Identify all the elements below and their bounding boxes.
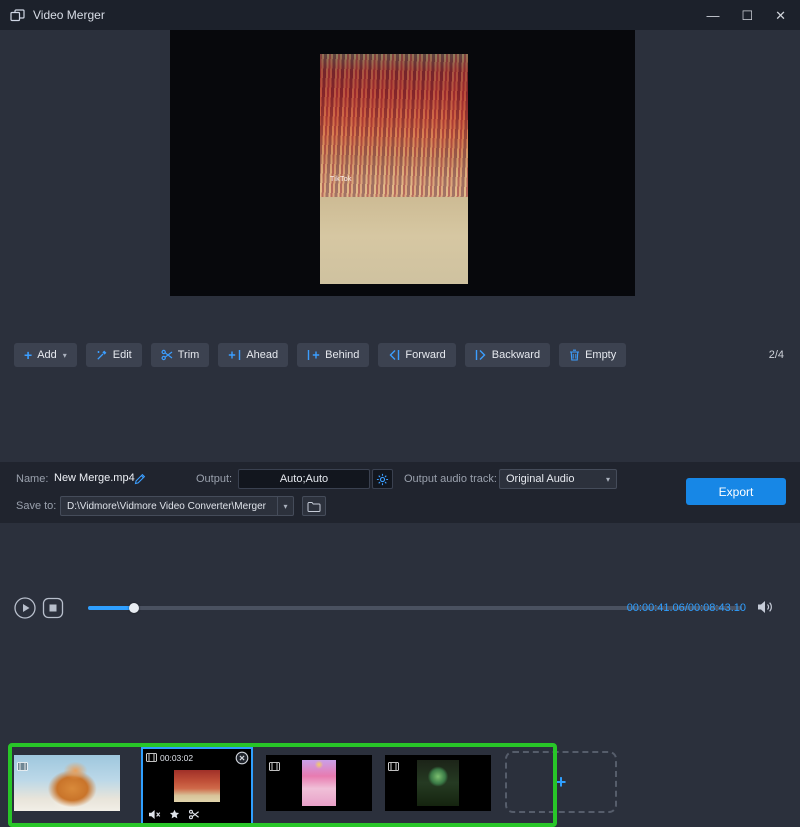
stop-button[interactable] <box>42 597 64 619</box>
chevron-down-icon: ▾ <box>63 351 67 360</box>
selected-clip-tools <box>143 807 251 823</box>
transport-controls: 00:00:41.06/00:08:43.10 <box>0 296 800 340</box>
titlebar: Video Merger — ☐ ✕ <box>0 0 800 30</box>
clip-counter: 2/4 <box>769 349 784 361</box>
plus-icon: + <box>24 348 32 362</box>
cat-thumbnail-image <box>14 755 120 811</box>
merger-app-icon <box>10 9 25 22</box>
insert-ahead-icon <box>228 349 241 361</box>
audio-track-dropdown[interactable]: Original Audio ▾ <box>499 469 617 489</box>
add-label: Add <box>37 349 57 361</box>
folder-icon <box>307 501 321 512</box>
maximize-button[interactable]: ☐ <box>741 9 753 22</box>
edit-label: Edit <box>113 349 132 361</box>
total-time: 00:08:43.10 <box>688 602 746 614</box>
film-icon <box>17 758 28 776</box>
window-controls: — ☐ ✕ <box>706 9 790 22</box>
audio-track-value: Original Audio <box>506 473 575 485</box>
seek-handle[interactable] <box>129 603 139 613</box>
trim-label: Trim <box>178 349 200 361</box>
character-thumbnail-image <box>417 760 459 806</box>
output-format-field[interactable]: Auto;Auto <box>238 469 370 489</box>
ahead-label: Ahead <box>246 349 278 361</box>
close-circle-icon <box>235 751 249 765</box>
output-label: Output: <box>196 473 232 485</box>
rename-button[interactable] <box>134 472 146 490</box>
timeline-strip: 00:03:02 + <box>0 370 800 462</box>
remove-clip-button[interactable] <box>235 751 249 765</box>
empty-button[interactable]: Empty <box>559 343 626 367</box>
tiktok-watermark: TikTok <box>330 176 352 183</box>
output-format-value: Auto;Auto <box>280 473 328 485</box>
film-icon <box>388 758 399 776</box>
trim-clip-icon[interactable] <box>188 809 200 820</box>
backward-button[interactable]: Backward <box>465 343 550 367</box>
selected-clip-header: 00:03:02 <box>143 749 251 765</box>
behind-button[interactable]: Behind <box>297 343 369 367</box>
audio-track-label: Output audio track: <box>404 473 497 485</box>
forward-button[interactable]: Forward <box>378 343 455 367</box>
preview-area: TikTok <box>170 30 635 296</box>
name-label: Name: <box>16 473 48 485</box>
gear-icon <box>376 473 389 486</box>
pencil-icon <box>134 473 146 485</box>
current-time: 00:00:41.06 <box>627 602 685 614</box>
selected-clip-body <box>143 765 251 807</box>
save-to-label: Save to: <box>16 500 56 512</box>
princess-thumbnail-image <box>302 760 336 806</box>
output-name-value: New Merge.mp4 <box>54 472 135 484</box>
play-button[interactable] <box>14 597 36 619</box>
scissors-icon <box>161 349 173 361</box>
clip-thumbnail-character[interactable] <box>385 755 491 811</box>
save-path-value: D:\Vidmore\Vidmore Video Converter\Merge… <box>67 501 266 512</box>
footer-bar: Name: New Merge.mp4 Output: Auto;Auto Ou… <box>0 462 800 523</box>
move-backward-icon <box>475 349 487 361</box>
wand-icon <box>96 349 108 361</box>
behind-label: Behind <box>325 349 359 361</box>
chevron-down-icon: ▾ <box>277 497 293 515</box>
mute-audio-icon[interactable] <box>148 809 161 820</box>
clip-thumbnail-selected[interactable]: 00:03:02 <box>141 747 253 825</box>
output-settings-button[interactable] <box>372 469 393 489</box>
clip-duration: 00:03:02 <box>160 753 193 763</box>
foliage-thumbnail-image <box>174 770 220 802</box>
ahead-button[interactable]: Ahead <box>218 343 288 367</box>
video-merger-window: { "colors": { "accent": "#2f9fff", "anno… <box>0 0 800 523</box>
backward-label: Backward <box>492 349 540 361</box>
clip-thumbnail-cat[interactable] <box>14 755 120 811</box>
add-clip-slot[interactable]: + <box>505 751 617 813</box>
trim-button[interactable]: Trim <box>151 343 210 367</box>
close-button[interactable]: ✕ <box>775 9 786 22</box>
clip-toolbar: + Add ▾ Edit Trim Ahead Behind Forward B… <box>14 342 784 368</box>
volume-button[interactable] <box>757 600 774 619</box>
clip-thumbnail-princess[interactable] <box>266 755 372 811</box>
video-frame: TikTok <box>320 54 468 284</box>
window-title: Video Merger <box>33 8 105 22</box>
time-display: 00:00:41.06/00:08:43.10 <box>627 602 746 614</box>
empty-label: Empty <box>585 349 616 361</box>
add-button[interactable]: + Add ▾ <box>14 343 77 367</box>
film-icon <box>146 749 157 767</box>
move-forward-icon <box>388 349 400 361</box>
edit-button[interactable]: Edit <box>86 343 142 367</box>
export-button[interactable]: Export <box>686 478 786 505</box>
edit-effect-icon[interactable] <box>169 809 180 820</box>
video-content-bottom <box>320 197 468 284</box>
trash-icon <box>569 349 580 361</box>
forward-label: Forward <box>405 349 445 361</box>
film-icon <box>269 758 280 776</box>
export-label: Export <box>719 485 754 499</box>
minimize-button[interactable]: — <box>706 9 719 22</box>
add-clip-plus-icon: + <box>556 773 567 791</box>
save-path-dropdown[interactable]: D:\Vidmore\Vidmore Video Converter\Merge… <box>60 496 294 516</box>
seek-progress <box>88 606 134 610</box>
chevron-down-icon: ▾ <box>606 475 610 484</box>
browse-folder-button[interactable] <box>302 496 326 516</box>
insert-behind-icon <box>307 349 320 361</box>
